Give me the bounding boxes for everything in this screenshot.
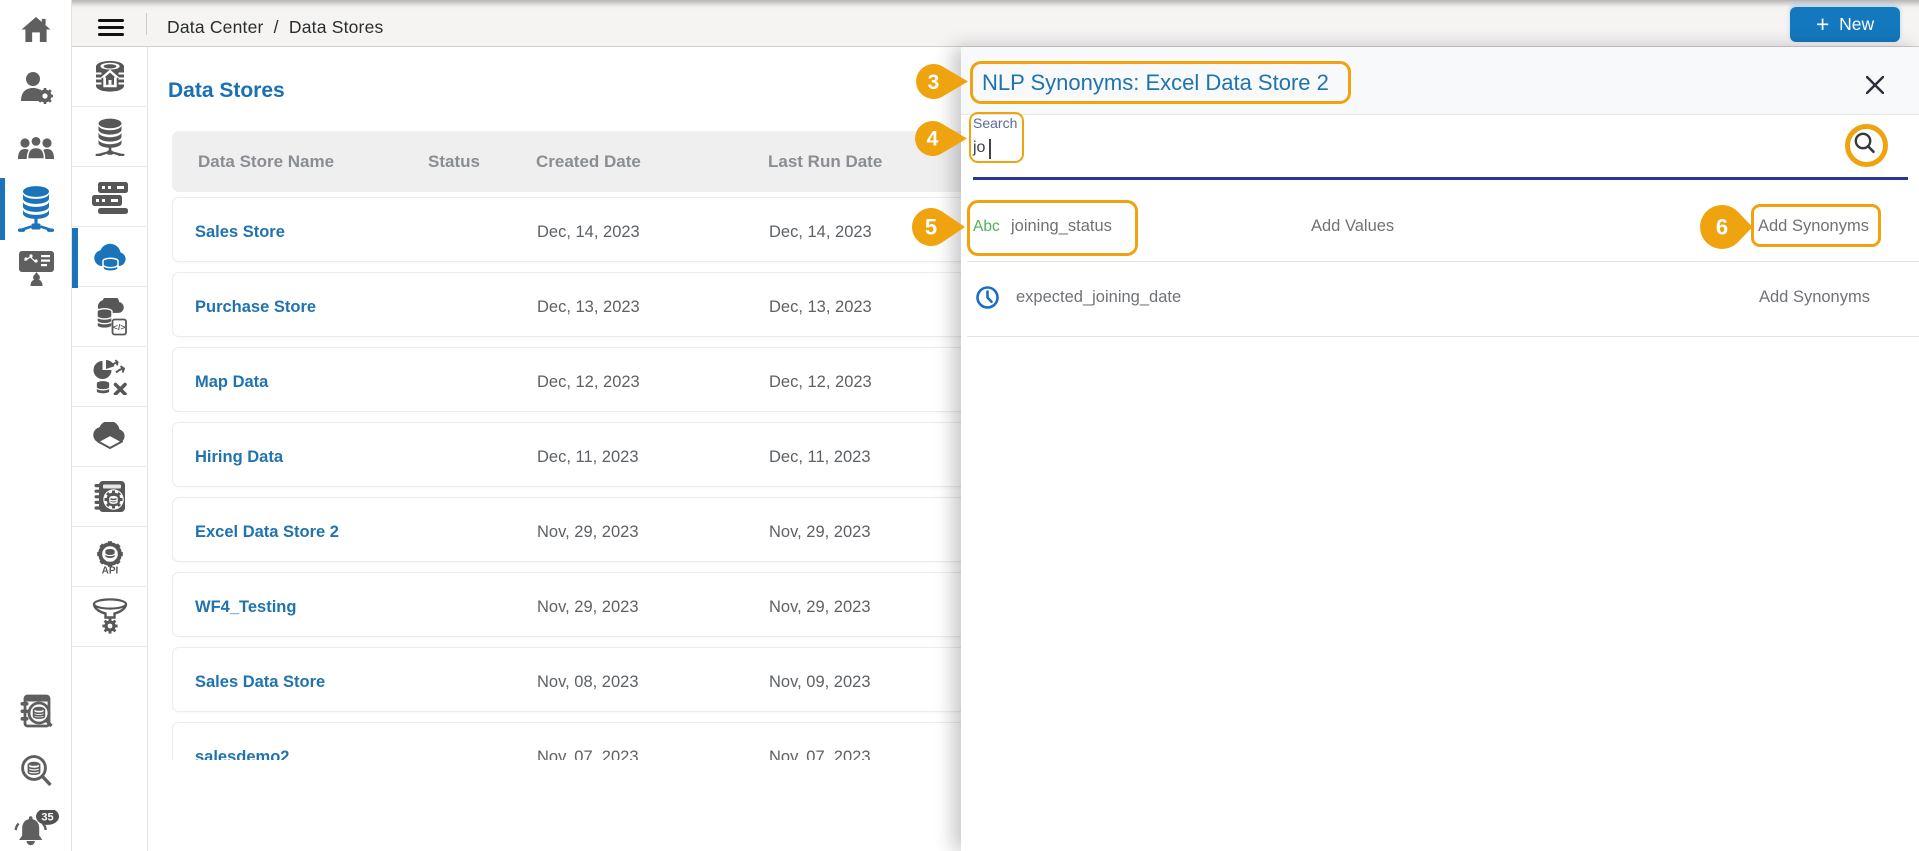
svg-text:API: API <box>102 565 119 575</box>
svg-text:5: 5 <box>925 215 937 240</box>
svg-text:35: 35 <box>41 812 53 824</box>
svg-text:4: 4 <box>927 128 939 151</box>
svg-text:3: 3 <box>928 71 940 94</box>
svg-text:</>: </> <box>113 322 125 332</box>
svg-text:6: 6 <box>1716 215 1728 240</box>
